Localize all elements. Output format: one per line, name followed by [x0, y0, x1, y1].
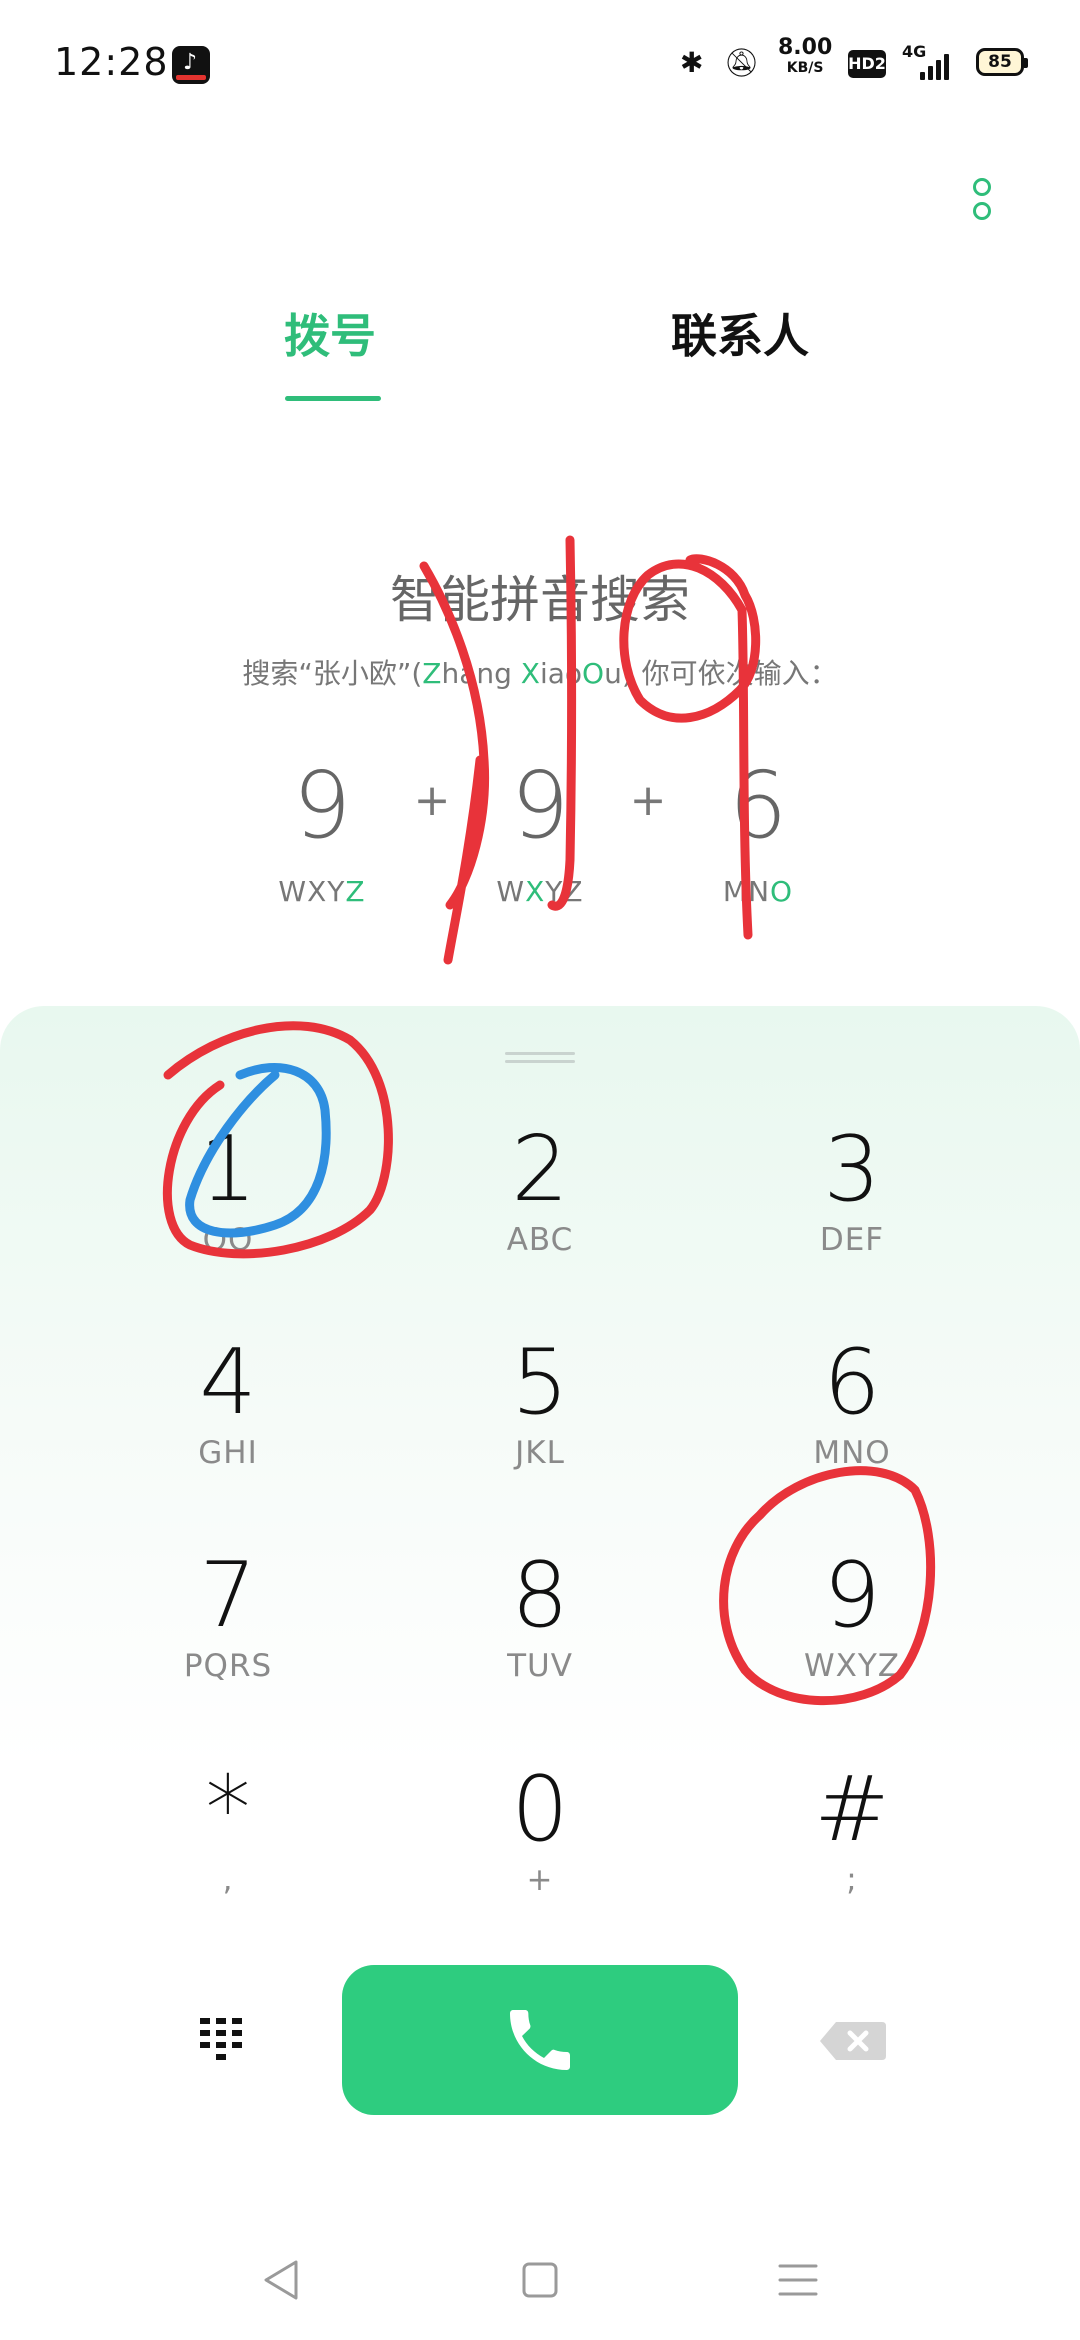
nav-home-icon[interactable] — [510, 2250, 570, 2310]
dialpad-icon[interactable] — [196, 2012, 256, 2072]
key-hash[interactable]: #; — [702, 1760, 1002, 1950]
hint-digit: 9 — [292, 752, 352, 859]
hint-description: 搜索“张小欧”(Zhang XiaoOu) 你可依次输入： — [242, 657, 838, 690]
phone-icon — [510, 2010, 570, 2070]
hint-digit: 9 — [510, 752, 570, 859]
hint-letters: WXYZ — [278, 875, 366, 908]
key-star[interactable]: *, — [78, 1760, 378, 1950]
signal-icon — [920, 50, 950, 80]
key-8[interactable]: 8 TUV — [390, 1546, 690, 1736]
nav-recents-icon[interactable] — [768, 2250, 828, 2310]
bluetooth-icon: ✱ — [680, 46, 704, 79]
call-button[interactable] — [342, 1965, 738, 2115]
key-5[interactable]: 5 JKL — [390, 1333, 690, 1523]
tab-active-indicator — [285, 396, 381, 401]
drag-handle[interactable] — [505, 1052, 575, 1066]
key-1[interactable]: 1 QQ — [78, 1120, 378, 1310]
key-7[interactable]: 7 PQRS — [78, 1546, 378, 1736]
mute-bell-icon: 🔕︎ — [724, 46, 760, 79]
network-speed: 8.00 KB/S — [778, 35, 833, 78]
key-6[interactable]: 6 MNO — [702, 1333, 1002, 1523]
hint-letters: WXYZ — [496, 875, 584, 908]
battery-icon: 85 — [976, 48, 1028, 76]
hint-title: 智能拼音搜索 — [390, 571, 690, 629]
tab-dial[interactable]: 拨号 — [250, 300, 410, 366]
key-4[interactable]: 4 GHI — [78, 1333, 378, 1523]
tiktok-notification-icon: ♪ — [172, 46, 210, 84]
hint-plus: + — [413, 775, 451, 826]
nav-back-icon[interactable] — [252, 2250, 312, 2310]
tab-contacts[interactable]: 联系人 — [640, 300, 840, 366]
status-bar: 12:28 ♪ ✱ 🔕︎ 8.00 KB/S HD2 4G 85 — [0, 0, 1080, 130]
hd-badge: HD2 — [848, 50, 886, 78]
more-vertical-icon[interactable] — [966, 178, 996, 228]
net-speed-value: 8.00 — [778, 35, 833, 60]
hint-plus: + — [629, 775, 667, 826]
status-time: 12:28 — [54, 40, 169, 84]
hint-letters: MNO — [722, 875, 794, 908]
status-indicators: ✱ 🔕︎ 8.00 KB/S HD2 4G 85 — [680, 35, 1040, 90]
backspace-icon[interactable] — [818, 2020, 888, 2062]
key-2[interactable]: 2 ABC — [390, 1120, 690, 1310]
key-0[interactable]: 0 + — [390, 1760, 690, 1950]
key-9[interactable]: 9 WXYZ — [702, 1546, 1002, 1736]
hint-digit: 6 — [728, 752, 788, 859]
net-speed-unit: KB/S — [786, 60, 824, 76]
key-3[interactable]: 3 DEF — [702, 1120, 1002, 1310]
